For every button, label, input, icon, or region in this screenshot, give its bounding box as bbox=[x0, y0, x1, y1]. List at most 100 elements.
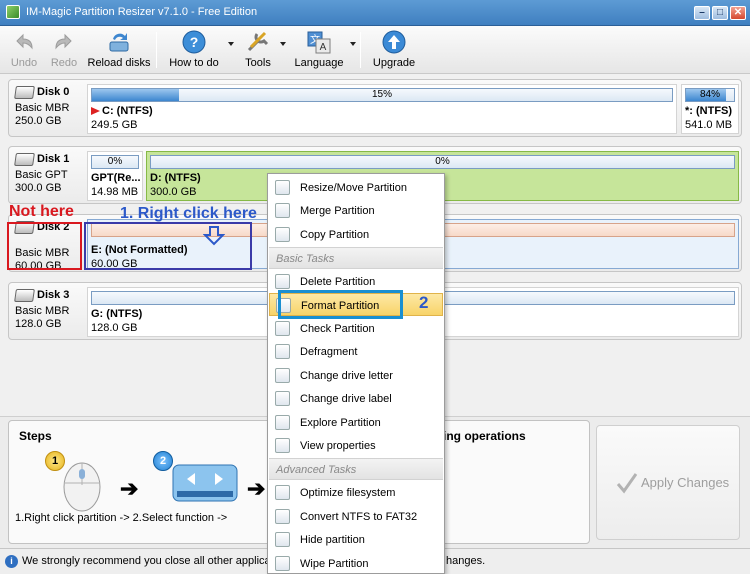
wipe-icon bbox=[275, 556, 290, 571]
disk-size: 300.0 GB bbox=[15, 182, 62, 194]
menu-item-label: Convert NTFS to FAT32 bbox=[300, 511, 418, 523]
disk-type: Basic MBR bbox=[15, 305, 70, 317]
menu-group-label: Advanced Tasks bbox=[276, 464, 357, 476]
menu-item-optimize[interactable]: Optimize filesystem bbox=[269, 481, 443, 504]
toolbar: Undo Redo Reload disks ? How to do Tools… bbox=[0, 26, 750, 74]
partition-size: 249.5 GB bbox=[91, 119, 138, 131]
defragment-icon bbox=[275, 344, 290, 359]
optimize-icon bbox=[275, 485, 290, 500]
status-text-end: hanges. bbox=[446, 555, 486, 567]
menu-item-label: View properties bbox=[300, 440, 376, 452]
menu-item-defragment[interactable]: Defragment bbox=[269, 340, 443, 363]
usage-fill bbox=[92, 89, 179, 101]
properties-icon bbox=[275, 438, 290, 453]
usage-percent: 0% bbox=[435, 156, 450, 167]
apply-changes-label: Apply Changes bbox=[641, 475, 730, 490]
disk-row[interactable]: Disk 0 Basic MBR 250.0 GB 15% C: (NTFS) 2… bbox=[8, 79, 742, 137]
steps-text: 1.Right click partition -> 2.Select func… bbox=[15, 512, 228, 524]
drive-letter-icon bbox=[275, 368, 290, 383]
context-menu: Resize/Move Partition Merge Partition Co… bbox=[267, 173, 445, 574]
menu-item-merge[interactable]: Merge Partition bbox=[269, 199, 443, 222]
language-button[interactable]: 文A Language bbox=[290, 26, 348, 72]
language-dropdown-icon[interactable] bbox=[350, 42, 356, 46]
info-icon: i bbox=[5, 555, 18, 568]
menu-item-label: Change drive label bbox=[300, 393, 392, 405]
menu-group-basic-tasks: Basic Tasks bbox=[269, 247, 443, 269]
disk-info: Disk 1 Basic GPT 300.0 GB bbox=[14, 153, 83, 209]
toolbar-separator bbox=[156, 32, 157, 68]
menu-item-label: Copy Partition bbox=[300, 229, 370, 241]
drive-label-icon bbox=[275, 391, 290, 406]
disk-name: Disk 3 bbox=[37, 289, 70, 301]
usage-bar: 15% bbox=[91, 88, 673, 102]
undo-button[interactable]: Undo bbox=[4, 26, 44, 72]
copy-icon bbox=[275, 227, 290, 242]
redo-button[interactable]: Redo bbox=[44, 26, 84, 72]
redo-icon bbox=[55, 33, 72, 50]
disk-info: Disk 0 Basic MBR 250.0 GB bbox=[14, 86, 83, 142]
annotation-blue-box bbox=[84, 222, 252, 270]
hide-icon bbox=[275, 532, 290, 547]
disk-icon bbox=[14, 153, 35, 166]
step-arrow-icon: ➔ bbox=[247, 476, 266, 501]
menu-item-label: Optimize filesystem bbox=[300, 487, 396, 499]
menu-item-label: Change drive letter bbox=[300, 370, 393, 382]
menu-item-change-label[interactable]: Change drive label bbox=[269, 387, 443, 410]
close-button[interactable]: ✕ bbox=[730, 6, 746, 20]
maximize-button[interactable]: □ bbox=[712, 6, 728, 20]
merge-icon bbox=[275, 203, 290, 218]
drive-resize-icon bbox=[172, 464, 238, 502]
apply-changes-button[interactable]: Apply Changes bbox=[596, 425, 740, 540]
tools-button[interactable]: Tools bbox=[238, 26, 278, 72]
disk-icon bbox=[14, 86, 35, 99]
partition-name: GPT(Re... bbox=[91, 172, 141, 184]
menu-item-explore[interactable]: Explore Partition bbox=[269, 411, 443, 434]
partition-system[interactable]: 84% *: (NTFS) 541.0 MB bbox=[681, 84, 739, 134]
language-label: Language bbox=[294, 57, 344, 69]
tools-dropdown-icon[interactable] bbox=[280, 42, 286, 46]
mouse-icon bbox=[63, 462, 101, 512]
usage-bar: 0% bbox=[91, 155, 139, 169]
pending-operations-title: ing operations bbox=[443, 429, 526, 443]
annotation-step-two: 2 bbox=[419, 293, 429, 312]
usage-percent: 84% bbox=[699, 89, 720, 100]
pending-operations-pane: ing operations bbox=[440, 420, 590, 544]
menu-item-check[interactable]: Check Partition bbox=[269, 317, 443, 340]
check-icon bbox=[275, 321, 290, 336]
annotation-right-click: 1. Right click here bbox=[120, 205, 257, 222]
menu-item-hide[interactable]: Hide partition bbox=[269, 528, 443, 551]
flag-icon bbox=[91, 107, 100, 115]
disk-size: 250.0 GB bbox=[15, 115, 62, 127]
minimize-button[interactable]: – bbox=[694, 6, 710, 20]
how-to-do-button[interactable]: ? How to do bbox=[164, 26, 224, 72]
upgrade-icon bbox=[382, 30, 406, 54]
usage-bar: 84% bbox=[685, 88, 735, 102]
app-icon bbox=[6, 5, 20, 19]
menu-item-wipe[interactable]: Wipe Partition bbox=[269, 552, 443, 574]
reload-disks-button[interactable]: Reload disks bbox=[86, 26, 152, 72]
partition-c[interactable]: 15% C: (NTFS) 249.5 GB bbox=[87, 84, 677, 134]
menu-item-change-letter[interactable]: Change drive letter bbox=[269, 364, 443, 387]
partition-gpt-reserved[interactable]: 0% GPT(Re... 14.98 MB bbox=[87, 151, 143, 201]
resize-icon bbox=[275, 180, 290, 195]
upgrade-button[interactable]: Upgrade bbox=[368, 26, 420, 72]
partition-size: 541.0 MB bbox=[685, 119, 733, 131]
language-icon: 文A bbox=[307, 31, 331, 54]
partition-size: 300.0 GB bbox=[150, 186, 197, 198]
how-to-do-dropdown-icon[interactable] bbox=[228, 42, 234, 46]
checkmark-icon bbox=[616, 473, 638, 494]
menu-item-resize-move[interactable]: Resize/Move Partition bbox=[269, 176, 443, 199]
menu-item-convert[interactable]: Convert NTFS to FAT32 bbox=[269, 505, 443, 528]
disk-size: 128.0 GB bbox=[15, 318, 62, 330]
menu-item-label: Resize/Move Partition bbox=[300, 182, 407, 194]
menu-item-label: Explore Partition bbox=[300, 417, 381, 429]
menu-item-copy[interactable]: Copy Partition bbox=[269, 223, 443, 246]
partition-name: C: (NTFS) bbox=[102, 105, 153, 117]
upgrade-label: Upgrade bbox=[372, 57, 416, 69]
tools-icon bbox=[247, 31, 269, 52]
annotation-red-box bbox=[7, 222, 82, 270]
menu-item-properties[interactable]: View properties bbox=[269, 434, 443, 457]
window-title: IM-Magic Partition Resizer v7.1.0 - Free… bbox=[26, 6, 258, 18]
disk-info: Disk 3 Basic MBR 128.0 GB bbox=[14, 289, 83, 345]
partition-name: *: (NTFS) bbox=[685, 105, 733, 117]
